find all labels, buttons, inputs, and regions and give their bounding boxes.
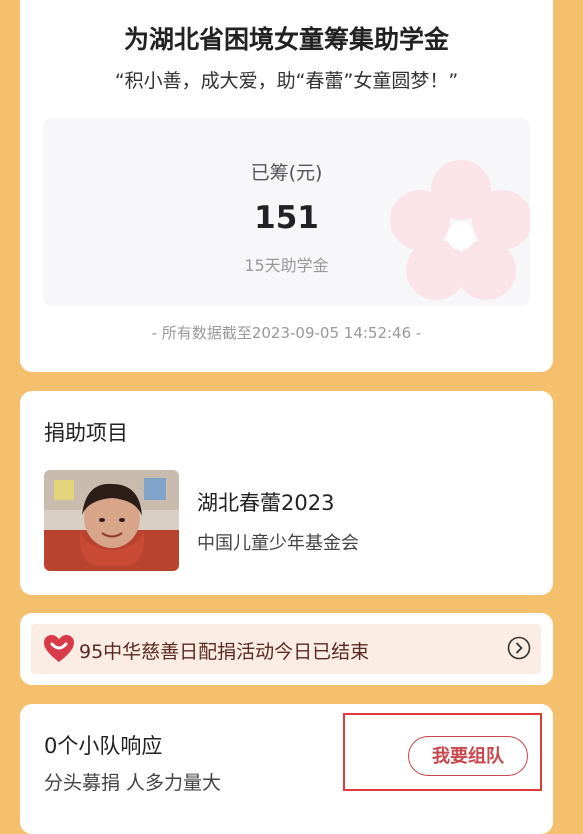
data-timestamp: - 所有数据截至2023-09-05 14:52:46 - — [151, 324, 422, 342]
section-title: 捐助项目 — [44, 421, 128, 445]
team-count: 0个小队响应 — [44, 734, 163, 758]
project-name: 湖北春蕾2023 — [197, 491, 335, 515]
page-title: 为湖北省困境女童筹集助学金 — [123, 25, 449, 54]
donation-project-card[interactable]: 捐助项目 湖北春蕾2023 中国儿童少年基金会 — [20, 391, 553, 595]
days-label: 15天助学金 — [244, 256, 329, 275]
raised-stat-box: 已筹(元) 151 15天助学金 — [43, 118, 530, 306]
fundraising-summary-card: 为湖北省困境女童筹集助学金 “积小善，成大爱，助“春蕾”女童圆梦！” 已筹(元)… — [20, 0, 553, 372]
project-photo — [44, 470, 179, 571]
charity-day-notice[interactable]: 95中华慈善日配捐活动今日已结束 — [31, 624, 541, 674]
notice-text: 95中华慈善日配捐活动今日已结束 — [79, 641, 370, 663]
raised-label: 已筹(元) — [250, 162, 323, 184]
chevron-right-circle-icon[interactable] — [507, 636, 531, 660]
team-description: 分头募捐 人多力量大 — [44, 772, 222, 794]
raised-amount: 151 — [254, 200, 319, 236]
notice-card: 95中华慈善日配捐活动今日已结束 — [20, 613, 553, 685]
slogan: “积小善，成大爱，助“春蕾”女童圆梦！” — [114, 70, 459, 92]
project-organization: 中国儿童少年基金会 — [197, 533, 359, 554]
heart-logo-icon — [44, 635, 74, 662]
highlight-box — [343, 713, 542, 791]
